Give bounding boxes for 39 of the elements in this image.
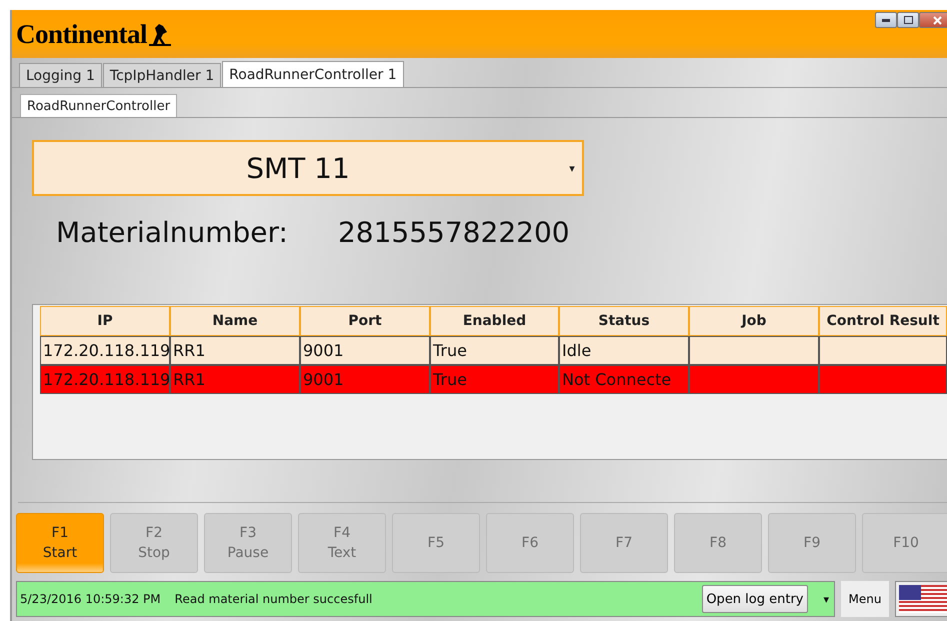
minimize-button[interactable] (875, 12, 897, 28)
table-cell: 172.20.118.119 (40, 336, 170, 365)
table-cell: RR1 (170, 365, 300, 394)
status-timestamp: 5/23/2016 10:59:32 PM (20, 592, 161, 606)
menu-button[interactable]: Menu (841, 581, 889, 617)
column-header[interactable]: Port (300, 306, 430, 336)
table-cell: Idle (559, 336, 689, 365)
dropdown-arrow[interactable]: ▾ (822, 592, 832, 606)
table-cell: RR1 (170, 336, 300, 365)
table-cell: Not Connecte (559, 365, 689, 394)
table-cell: 9001 (300, 336, 430, 365)
column-header[interactable]: Enabled (430, 306, 559, 336)
column-header[interactable]: Name (170, 306, 300, 336)
maximize-button[interactable] (897, 12, 919, 28)
tab[interactable]: RoadRunnerController 1 (222, 61, 404, 87)
table-cell: True (430, 365, 559, 394)
column-header[interactable]: Job (689, 306, 819, 336)
material-number: 2815557822200 (338, 216, 570, 249)
maximize-icon (904, 16, 912, 24)
table-cell: True (430, 336, 559, 365)
close-button[interactable] (919, 12, 947, 28)
horse-icon (149, 22, 172, 46)
logo: Continental (16, 18, 148, 50)
tab[interactable]: TcpIpHandler 1 (102, 63, 222, 87)
table-cell: 9001 (300, 365, 430, 394)
open-log-button[interactable]: Open log entry (702, 585, 808, 613)
tab[interactable]: RoadRunnerController (20, 94, 178, 117)
close-icon (932, 16, 942, 24)
column-header[interactable]: Control Result (819, 306, 947, 336)
line-dropdown[interactable]: SMT 11 ▾ (32, 140, 584, 196)
column-header[interactable]: Status (559, 306, 689, 336)
material-label: Materialnumber: (56, 216, 288, 249)
status-message: Read material number succesfull (174, 592, 372, 606)
function-key-button[interactable]: F1 Start (16, 513, 104, 573)
us-flag-icon[interactable] (899, 585, 947, 613)
column-header[interactable]: IP (40, 306, 170, 336)
tab[interactable]: Logging 1 (19, 63, 102, 87)
table-cell: 172.20.118.119 (40, 365, 170, 394)
minimize-icon (882, 18, 890, 22)
